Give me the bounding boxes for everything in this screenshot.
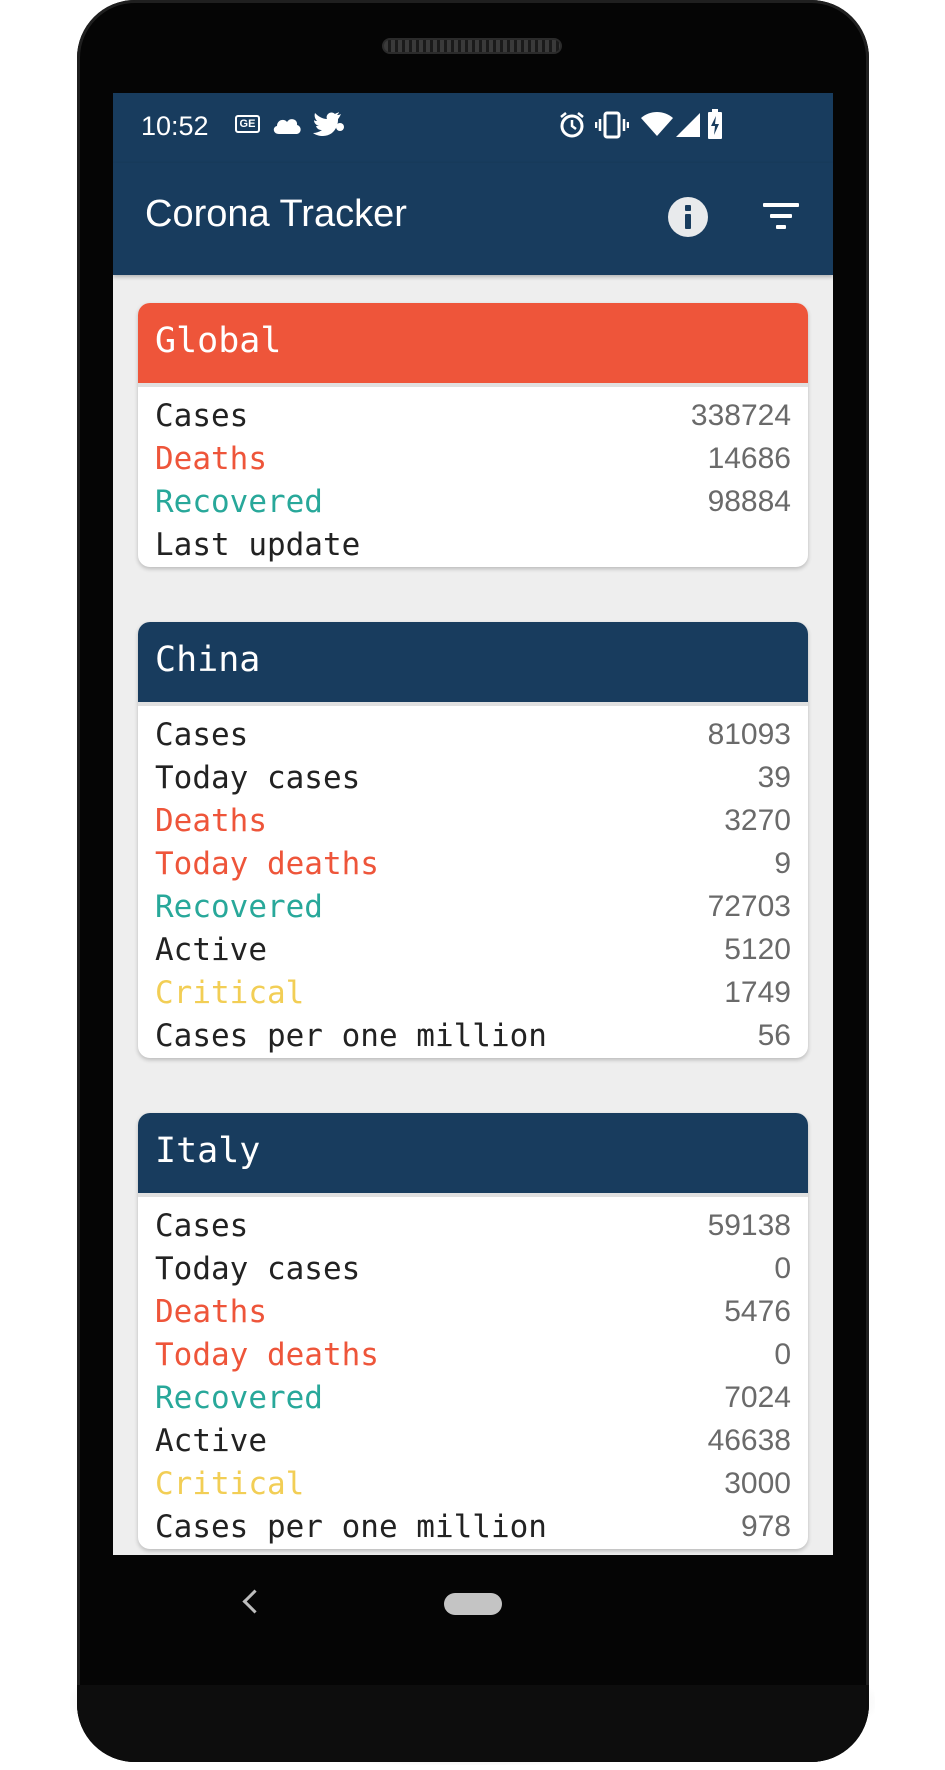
status-time: 10:52	[141, 111, 209, 141]
stat-value: 5120	[724, 933, 791, 966]
navigation-bar	[113, 1555, 833, 1655]
stat-label: Today deaths	[155, 846, 379, 882]
stat-value: 978	[740, 1510, 791, 1543]
stat-label: Recovered	[155, 484, 323, 520]
stat-row-deaths: Deaths 5476	[138, 1291, 808, 1334]
stats-list: Cases 81093 Today cases 39 Deaths 3270 Toda…	[138, 702, 808, 1058]
stat-row-today-deaths: Today deaths 0	[138, 1334, 808, 1377]
app-bar: Corona Tracker	[113, 163, 833, 275]
stat-label: Today cases	[155, 1251, 361, 1287]
stats-list: Cases 59138 Today cases 0 Deaths 5476 Today…	[138, 1193, 808, 1549]
stat-value: 3270	[724, 804, 791, 837]
ge-news-icon: GE	[235, 115, 260, 133]
stat-label: Critical	[155, 975, 305, 1011]
country-card-italy[interactable]: Italy Cases 59138 Today cases 0 Deaths 5476…	[138, 1113, 808, 1549]
stat-value: 98884	[707, 485, 791, 518]
stat-row-cases: Cases 59138	[138, 1205, 808, 1248]
stat-label: Deaths	[155, 803, 267, 839]
stat-label: Active	[155, 932, 267, 968]
app-screen: 10:52 GE Corona Tracker Global Cases 338…	[113, 93, 833, 1555]
stat-row-critical: Critical 1749	[138, 972, 808, 1015]
home-icon[interactable]	[444, 1593, 502, 1615]
alarm-icon	[558, 111, 586, 139]
stat-row-cases: Cases 81093	[138, 714, 808, 757]
stat-label: Critical	[155, 1466, 305, 1502]
stat-row-deaths: Deaths 14686	[138, 438, 808, 481]
stat-row-today-deaths: Today deaths 9	[138, 843, 808, 886]
card-header: Italy	[138, 1113, 808, 1197]
stat-row-active: Active 5120	[138, 929, 808, 972]
stat-value: 46638	[707, 1424, 791, 1457]
stat-label: Active	[155, 1423, 267, 1459]
card-title: Global	[155, 321, 282, 361]
stat-value: 5476	[724, 1295, 791, 1328]
stat-value: 14686	[707, 442, 791, 475]
stat-row-deaths: Deaths 3270	[138, 800, 808, 843]
stat-value: 0	[774, 1252, 791, 1285]
stat-row-today-cases: Today cases 0	[138, 1248, 808, 1291]
vibrate-icon	[594, 111, 630, 139]
stat-row-recovered: Recovered 72703	[138, 886, 808, 929]
stat-label: Last update	[155, 527, 361, 563]
country-card-china[interactable]: China Cases 81093 Today cases 39 Deaths 327…	[138, 622, 808, 1058]
back-icon[interactable]	[242, 1589, 267, 1614]
stat-label: Cases per one million	[155, 1018, 547, 1054]
stat-value: 338724	[690, 399, 791, 432]
stat-label: Cases	[155, 717, 249, 753]
stat-label: Today cases	[155, 760, 361, 796]
stat-value: 81093	[707, 718, 791, 751]
country-card-global[interactable]: Global Cases 338724 Deaths 14686 Recovered…	[138, 303, 808, 567]
card-title: Italy	[155, 1131, 261, 1171]
card-header: China	[138, 622, 808, 706]
battery-charging-icon	[707, 109, 723, 139]
stat-row-recovered: Recovered 7024	[138, 1377, 808, 1420]
stat-label: Recovered	[155, 889, 323, 925]
stat-label: Deaths	[155, 441, 267, 477]
stat-row-cases-per-million: Cases per one million 978	[138, 1506, 808, 1549]
stat-value: 9	[774, 847, 791, 880]
stat-value: 59138	[707, 1209, 791, 1242]
filter-icon[interactable]	[763, 199, 801, 233]
signal-icon	[676, 113, 700, 137]
stat-row-cases: Cases 338724	[138, 395, 808, 438]
status-bar: 10:52 GE	[113, 93, 833, 163]
stat-value: 3000	[724, 1467, 791, 1500]
card-header: Global	[138, 303, 808, 387]
stat-label: Cases	[155, 1208, 249, 1244]
stat-row-critical: Critical 3000	[138, 1463, 808, 1506]
cloud-icon	[271, 115, 303, 135]
stat-row-recovered: Recovered 98884	[138, 481, 808, 524]
stat-label: Today deaths	[155, 1337, 379, 1373]
notification-dot-icon	[336, 123, 344, 131]
stat-row-active: Active 46638	[138, 1420, 808, 1463]
info-icon[interactable]	[668, 197, 708, 237]
stat-label: Cases	[155, 398, 249, 434]
stat-row-last-update: Last update	[138, 524, 808, 567]
stat-row-cases-per-million: Cases per one million 56	[138, 1015, 808, 1058]
stats-list: Cases 338724 Deaths 14686 Recovered 98884 L…	[138, 383, 808, 567]
card-title: China	[155, 640, 261, 680]
stat-value: 0	[774, 1338, 791, 1371]
stat-value: 7024	[724, 1381, 791, 1414]
wifi-icon	[641, 111, 673, 137]
earpiece-speaker	[382, 38, 562, 54]
stat-value: 72703	[707, 890, 791, 923]
stat-label: Recovered	[155, 1380, 323, 1416]
stat-row-today-cases: Today cases 39	[138, 757, 808, 800]
stat-label: Cases per one million	[155, 1509, 547, 1545]
stat-value: 56	[757, 1019, 791, 1052]
phone-chin	[77, 1685, 869, 1762]
app-title: Corona Tracker	[145, 193, 407, 235]
stat-value: 39	[757, 761, 791, 794]
stat-label: Deaths	[155, 1294, 267, 1330]
stat-value: 1749	[724, 976, 791, 1009]
